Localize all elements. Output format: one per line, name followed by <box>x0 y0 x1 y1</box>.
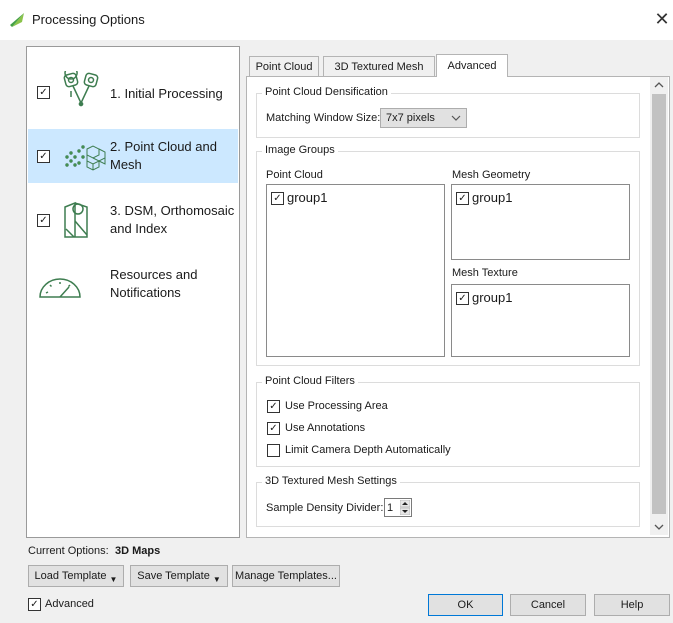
gauge-icon <box>39 278 81 298</box>
current-options-label: Current Options: <box>28 545 109 557</box>
mesh-texture-groups-list[interactable]: ✓ group1 <box>451 284 630 357</box>
nav-item-label-line2: and Index <box>110 221 168 236</box>
group-label: group1 <box>287 190 328 205</box>
nav-item-label-line1: 2. Point Cloud and <box>110 139 217 154</box>
nav-item-checkbox[interactable]: ✓ <box>37 86 50 99</box>
nav-item-resources-notifications[interactable]: Resources and Notifications <box>28 257 238 311</box>
load-template-label: Load Template <box>34 570 107 582</box>
help-button[interactable]: Help <box>594 594 670 616</box>
options-nav: ✓ 1. Initial Processing ✓ 2. Point Cloud… <box>26 46 240 538</box>
advanced-checkbox[interactable]: ✓ <box>28 598 41 611</box>
mesh-geometry-groups-list[interactable]: ✓ group1 <box>451 184 630 260</box>
manage-templates-button[interactable]: Manage Templates... <box>232 565 340 587</box>
nav-item-checkbox[interactable]: ✓ <box>37 214 50 227</box>
group-checkbox[interactable]: ✓ <box>456 192 469 205</box>
nav-item-point-cloud-mesh[interactable]: ✓ 2. Point Cloud and Mesh <box>28 129 238 183</box>
title-bar: Processing Options ✕ <box>0 0 673 40</box>
scroll-thumb[interactable] <box>652 94 666 514</box>
initial-processing-icon <box>63 71 99 107</box>
densification-title: Point Cloud Densification <box>262 86 391 99</box>
limit-camera-depth-label: Limit Camera Depth Automatically <box>285 444 451 456</box>
matching-window-value: 7x7 pixels <box>386 112 435 124</box>
use-processing-area-checkbox[interactable]: ✓ <box>267 400 280 413</box>
close-icon[interactable]: ✕ <box>652 8 672 30</box>
mesh-geometry-groups-label: Mesh Geometry <box>452 169 531 181</box>
tab-point-cloud[interactable]: Point Cloud <box>249 56 319 76</box>
use-processing-area-label: Use Processing Area <box>285 400 388 412</box>
use-annotations-label: Use Annotations <box>285 422 366 434</box>
point-cloud-groups-label: Point Cloud <box>266 169 323 181</box>
scroll-up-icon[interactable] <box>650 77 668 93</box>
group-checkbox[interactable]: ✓ <box>271 192 284 205</box>
sample-density-stepper[interactable]: 1 <box>384 498 412 517</box>
group-label: group1 <box>472 190 513 205</box>
filters-title: Point Cloud Filters <box>262 375 358 388</box>
image-groups-title: Image Groups <box>262 144 338 157</box>
chevron-down-icon <box>451 115 461 121</box>
matching-window-select[interactable]: 7x7 pixels <box>380 108 467 128</box>
map-icon <box>64 201 88 238</box>
mesh-settings-title: 3D Textured Mesh Settings <box>262 475 400 488</box>
dropdown-caret-icon: ▼ <box>212 575 221 584</box>
load-template-button[interactable]: Load Template ▼ <box>28 565 124 587</box>
sample-density-value: 1 <box>387 502 394 514</box>
spinner-arrows-icon[interactable] <box>400 500 410 515</box>
mesh-texture-groups-label: Mesh Texture <box>452 267 518 279</box>
advanced-label: Advanced <box>45 598 94 610</box>
tab-advanced[interactable]: Advanced <box>436 54 508 77</box>
point-cloud-groups-list[interactable]: ✓ group1 <box>266 184 445 357</box>
nav-item-label-line2: Mesh <box>110 157 142 172</box>
dropdown-caret-icon: ▼ <box>109 575 118 584</box>
scroll-down-icon[interactable] <box>650 519 668 535</box>
matching-window-label: Matching Window Size: <box>266 112 381 124</box>
use-annotations-checkbox[interactable]: ✓ <box>267 422 280 435</box>
cancel-button[interactable]: Cancel <box>510 594 586 616</box>
nav-item-label-line2: Notifications <box>110 285 181 300</box>
group-label: group1 <box>472 290 513 305</box>
save-template-button[interactable]: Save Template ▼ <box>130 565 228 587</box>
nav-item-label: 1. Initial Processing <box>110 86 223 101</box>
tab-panel-scrollbar[interactable] <box>650 77 668 535</box>
save-template-label: Save Template <box>137 570 210 582</box>
nav-item-initial-processing[interactable]: ✓ 1. Initial Processing <box>28 65 238 119</box>
current-options-value: 3D Maps <box>115 545 161 557</box>
point-cloud-icon <box>65 145 106 171</box>
limit-camera-depth-checkbox[interactable] <box>267 444 280 457</box>
sample-density-label: Sample Density Divider: <box>266 502 384 514</box>
nav-item-label-line1: 3. DSM, Orthomosaic <box>110 203 235 218</box>
group-checkbox[interactable]: ✓ <box>456 292 469 305</box>
pix4d-leaf-icon <box>10 13 24 27</box>
ok-button[interactable]: OK <box>428 594 503 616</box>
nav-item-checkbox[interactable]: ✓ <box>37 150 50 163</box>
tab-3d-textured-mesh[interactable]: 3D Textured Mesh <box>323 56 435 76</box>
window-title: Processing Options <box>32 12 145 27</box>
nav-item-dsm-orthomosaic[interactable]: ✓ 3. DSM, Orthomosaic and Index <box>28 193 238 247</box>
nav-item-label-line1: Resources and <box>110 267 198 282</box>
